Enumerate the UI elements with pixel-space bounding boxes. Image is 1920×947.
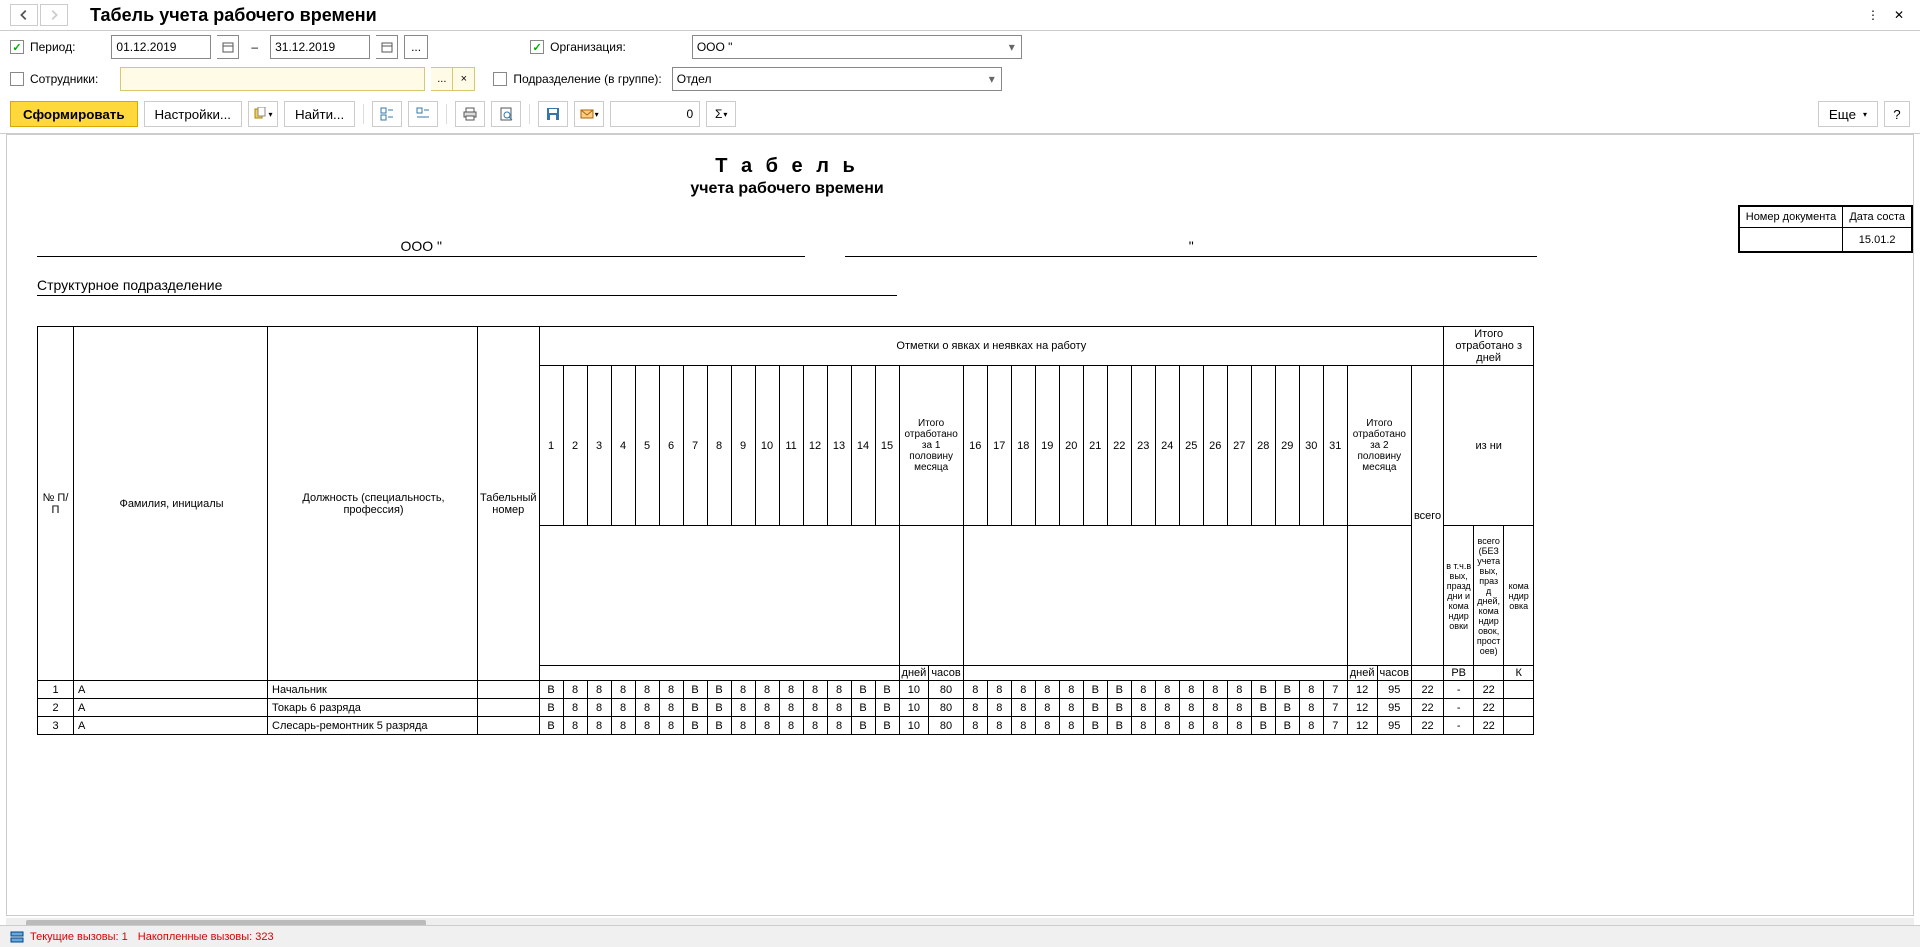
close-icon[interactable]: ✕ (1888, 4, 1910, 26)
nav-forward-button[interactable] (40, 4, 68, 26)
doc-date-label: Дата соста (1843, 207, 1912, 228)
server-icon (10, 930, 24, 944)
col-itogo-total: Итого отработано здней (1444, 327, 1534, 366)
expand-groups-icon[interactable] (372, 101, 402, 127)
employees-checkbox[interactable] (10, 72, 24, 86)
doc-info-box: Номер документаДата соста 15.01.2 (1738, 205, 1913, 253)
table-row[interactable]: 2АТокарь 6 разрядаВ88888ВВ88888ВВ1080888… (38, 699, 1534, 717)
employees-pick-button[interactable]: ... (431, 67, 453, 91)
copy-icon[interactable]: ▾ (248, 101, 278, 127)
preview-icon[interactable] (491, 101, 521, 127)
dept-checkbox[interactable] (493, 72, 507, 86)
org-line-2: " (845, 238, 1537, 257)
col-dni: дней (899, 666, 929, 681)
sum-input[interactable]: 0 (610, 101, 700, 127)
col-marks: Отметки о явках и неявках на работу (539, 327, 1444, 366)
col-sub1: в т.ч.в вых, празд дни и кома ндир овки (1444, 526, 1474, 666)
toolbar: Сформировать Настройки... ▾ Найти... ▾ 0… (0, 95, 1920, 134)
kebab-menu-icon[interactable]: ⋮ (1862, 4, 1884, 26)
status-bar: Текущие вызовы: 1 Накопленные вызовы: 32… (0, 925, 1920, 947)
col-position: Должность (специальность, профессия) (268, 327, 478, 681)
org-checkbox[interactable] (530, 40, 544, 54)
period-label: Период: (30, 40, 75, 54)
date-dash: – (251, 40, 258, 54)
more-button[interactable]: Еще▾ (1818, 101, 1878, 127)
employees-label: Сотрудники: (30, 72, 98, 86)
print-icon[interactable] (455, 101, 485, 127)
col-sub2: всего (БЕЗ учета вых, праз д дней, кома … (1474, 526, 1504, 666)
email-icon[interactable]: ▾ (574, 101, 604, 127)
org-label: Организация: (550, 40, 626, 54)
form-button[interactable]: Сформировать (10, 101, 138, 127)
settings-button[interactable]: Настройки... (144, 101, 242, 127)
col-rv: РВ (1444, 666, 1474, 681)
filter-row-1: Период: 01.12.2019 – 31.12.2019 ... Орга… (0, 31, 1920, 63)
doc-date-value: 15.01.2 (1843, 228, 1912, 252)
help-button[interactable]: ? (1884, 101, 1910, 127)
org-select[interactable]: ООО " (692, 35, 1022, 59)
date-to-input[interactable]: 31.12.2019 (270, 35, 370, 59)
dept-label: Подразделение (в группе): (513, 72, 661, 86)
report-title: Т а б е л ь (37, 155, 1537, 178)
col-k: К (1504, 666, 1534, 681)
col-fio: Фамилия, инициалы (74, 327, 268, 681)
nav-back-button[interactable] (10, 4, 38, 26)
sigma-icon[interactable]: Σ▾ (706, 101, 736, 127)
status-accum: Накопленные вызовы: 323 (138, 931, 274, 943)
col-vsego: всего (1411, 366, 1443, 666)
timesheet-grid: № П/П Фамилия, инициалы Должность (специ… (37, 326, 1534, 735)
header-bar: Табель учета рабочего времени ⋮ ✕ (0, 0, 1920, 31)
col-np: № П/П (38, 327, 74, 681)
employees-clear-button[interactable]: × (453, 67, 475, 91)
col-itog2: Итого отработано за 2 половину месяца (1347, 366, 1411, 526)
table-row[interactable]: 3АСлесарь-ремонтник 5 разрядаВ88888ВВ888… (38, 717, 1534, 735)
report-area[interactable]: Т а б е л ь учета рабочего времени Номер… (6, 134, 1914, 916)
save-icon[interactable] (538, 101, 568, 127)
table-row[interactable]: 1АНачальникВ88888ВВ88888ВВ108088888ВВ888… (38, 681, 1534, 699)
calendar-icon[interactable] (217, 35, 239, 59)
date-from-input[interactable]: 01.12.2019 (111, 35, 211, 59)
doc-num-label: Номер документа (1739, 207, 1843, 228)
col-izn: из ни (1444, 366, 1534, 526)
find-button[interactable]: Найти... (284, 101, 355, 127)
report-subtitle: учета рабочего времени (37, 180, 1537, 198)
col-tabnum: Табельный номер (478, 327, 540, 681)
org-line: ООО " (37, 238, 805, 257)
collapse-groups-icon[interactable] (408, 101, 438, 127)
period-checkbox[interactable] (10, 40, 24, 54)
col-sub3: кома ндир овка (1504, 526, 1534, 666)
employees-input[interactable] (120, 67, 425, 91)
calendar-icon[interactable] (376, 35, 398, 59)
dept-select[interactable]: Отдел (672, 67, 1002, 91)
col-chasov: часов (929, 666, 963, 681)
struct-line: Структурное подразделение (37, 277, 897, 296)
org-value: ООО " (697, 40, 733, 54)
dept-value: Отдел (677, 72, 712, 86)
filter-row-2: Сотрудники: ... × Подразделение (в групп… (0, 63, 1920, 95)
col-itog1: Итого отработано за 1 половину месяца (899, 366, 963, 526)
period-more-button[interactable]: ... (404, 35, 428, 59)
status-current: Текущие вызовы: 1 (30, 931, 128, 943)
page-title: Табель учета рабочего времени (90, 5, 1858, 26)
day-1: 1 (539, 366, 563, 526)
